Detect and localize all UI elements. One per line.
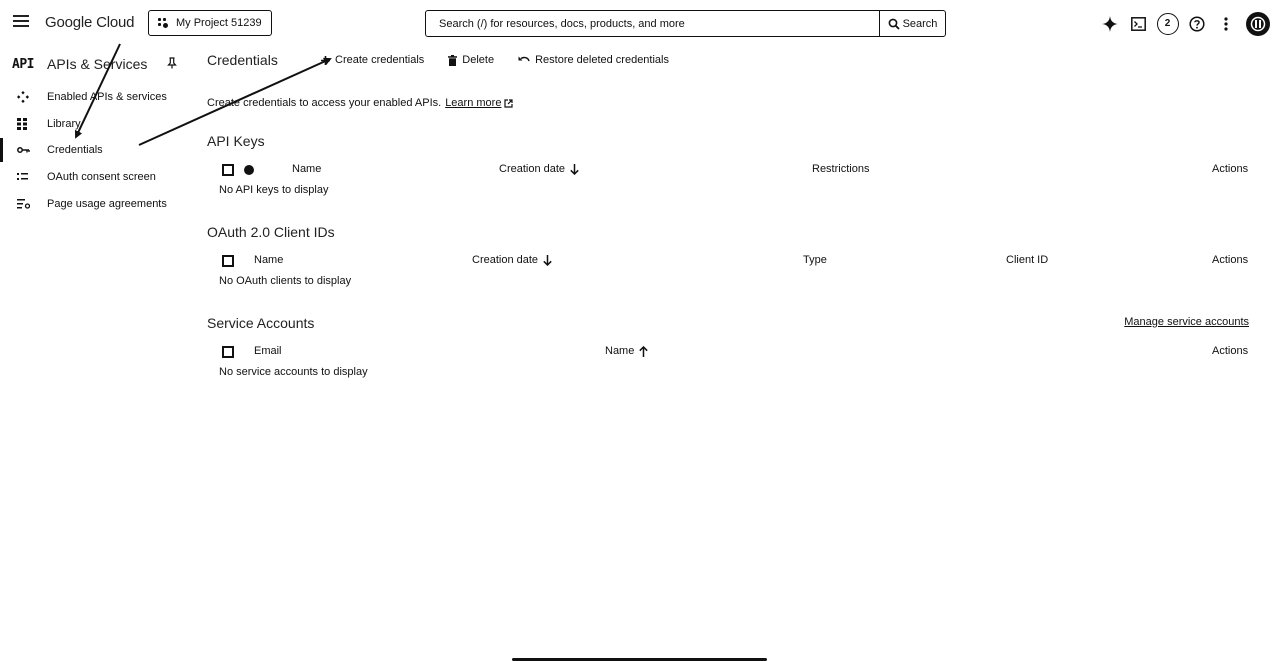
sidebar: API APIs & Services Enabled APIs & servi… — [0, 46, 190, 661]
page-header: Credentials Create credentials Delete Re… — [207, 50, 693, 70]
project-name: My Project 51239 — [176, 17, 262, 29]
arrow-down-icon — [570, 163, 579, 175]
delete-label: Delete — [462, 54, 495, 66]
delete-button[interactable]: Delete — [448, 54, 494, 66]
arrow-up-icon — [639, 345, 649, 357]
create-credentials-label: Create credentials — [335, 54, 425, 66]
column-header-actions: Actions — [1212, 254, 1249, 266]
service-accounts-select-all-checkbox[interactable] — [222, 346, 234, 358]
sidebar-item-oauth-consent[interactable]: OAuth consent screen — [0, 165, 190, 189]
gemini-sparkle-icon[interactable] — [1095, 10, 1124, 37]
more-vert-icon[interactable] — [1211, 10, 1240, 37]
trash-icon — [448, 54, 458, 66]
search-bar: Search — [425, 10, 946, 37]
api-keys-title: API Keys — [207, 133, 265, 149]
column-header-type[interactable]: Type — [803, 254, 827, 266]
sidebar-item-credentials[interactable]: Credentials — [0, 138, 190, 162]
google-cloud-logo[interactable]: Google Cloud — [45, 14, 135, 31]
service-accounts-empty-message: No service accounts to display — [219, 366, 368, 378]
search-icon — [888, 18, 900, 30]
column-header-restrictions: Restrictions — [812, 163, 870, 175]
learn-more-link[interactable]: Learn more — [445, 97, 501, 109]
search-button-label: Search — [902, 17, 938, 30]
sidebar-title: APIs & Services — [47, 56, 148, 72]
column-header-name[interactable]: Name — [292, 163, 321, 175]
service-accounts-title: Service Accounts — [207, 315, 315, 331]
status-dot-icon — [244, 165, 254, 175]
notifications-count: 2 — [1156, 12, 1179, 35]
plus-icon — [321, 55, 330, 65]
api-keys-select-all-checkbox[interactable] — [222, 164, 234, 176]
project-picker-button[interactable]: My Project 51239 — [148, 10, 272, 36]
top-actions: 2 — [1095, 10, 1270, 37]
sidebar-item-label: Page usage agreements — [47, 198, 167, 210]
settings-list-icon — [0, 199, 47, 209]
consent-icon — [0, 172, 47, 182]
sidebar-item-enabled-apis[interactable]: Enabled APIs & services — [0, 85, 190, 109]
create-credentials-button[interactable]: Create credentials — [321, 54, 424, 66]
account-avatar[interactable] — [1246, 11, 1270, 36]
notifications-button[interactable]: 2 — [1153, 10, 1182, 37]
diamond-icon — [0, 91, 47, 103]
restore-deleted-label: Restore deleted credentials — [535, 54, 669, 66]
sidebar-item-label: Enabled APIs & services — [47, 91, 167, 103]
intro-text: Create credentials to access your enable… — [207, 97, 514, 109]
pin-icon[interactable] — [167, 57, 177, 72]
annotation-arrows — [74, 43, 332, 146]
sidebar-item-label: OAuth consent screen — [47, 171, 156, 183]
key-icon — [0, 146, 47, 154]
oauth-clients-title: OAuth 2.0 Client IDs — [207, 224, 335, 240]
column-header-actions: Actions — [1212, 345, 1249, 357]
undo-icon — [518, 56, 530, 62]
sidebar-item-library[interactable]: Library — [0, 112, 190, 136]
main-menu-icon[interactable] — [13, 15, 29, 29]
manage-service-accounts-link[interactable]: Manage service accounts — [1124, 316, 1249, 328]
sidebar-item-page-usage-agreements[interactable]: Page usage agreements — [0, 192, 190, 216]
oauth-select-all-checkbox[interactable] — [222, 255, 234, 267]
library-icon — [0, 118, 47, 130]
api-keys-empty-message: No API keys to display — [219, 184, 329, 196]
top-bar: Google Cloud My Project 51239 Search 2 — [0, 0, 1280, 46]
api-logo: API — [12, 56, 34, 72]
sidebar-item-label: Library — [47, 118, 81, 130]
column-header-label: Creation date — [499, 163, 566, 175]
column-header-email[interactable]: Email — [254, 345, 282, 357]
restore-deleted-button[interactable]: Restore deleted credentials — [518, 54, 669, 66]
search-button[interactable]: Search — [879, 11, 945, 36]
sidebar-header: API APIs & Services — [12, 52, 182, 76]
column-header-client-id[interactable]: Client ID — [1006, 254, 1048, 266]
column-header-creation-date[interactable]: Creation date — [472, 254, 552, 266]
project-icon — [158, 18, 168, 28]
column-header-actions: Actions — [1212, 163, 1249, 175]
intro-message: Create credentials to access your enable… — [207, 97, 442, 109]
page-title: Credentials — [207, 52, 278, 68]
column-header-label: Creation date — [472, 254, 539, 266]
oauth-empty-message: No OAuth clients to display — [219, 275, 352, 287]
help-icon[interactable] — [1182, 10, 1211, 37]
arrow-down-icon — [543, 254, 552, 266]
column-header-name[interactable]: Name — [254, 254, 283, 266]
column-header-creation-date[interactable]: Creation date — [499, 163, 579, 175]
sidebar-item-label: Credentials — [47, 144, 103, 156]
search-input[interactable] — [426, 11, 879, 36]
external-link-icon — [504, 98, 514, 108]
column-header-label: Name — [605, 345, 635, 357]
column-header-name[interactable]: Name — [605, 345, 649, 357]
cloud-shell-icon[interactable] — [1124, 10, 1153, 37]
